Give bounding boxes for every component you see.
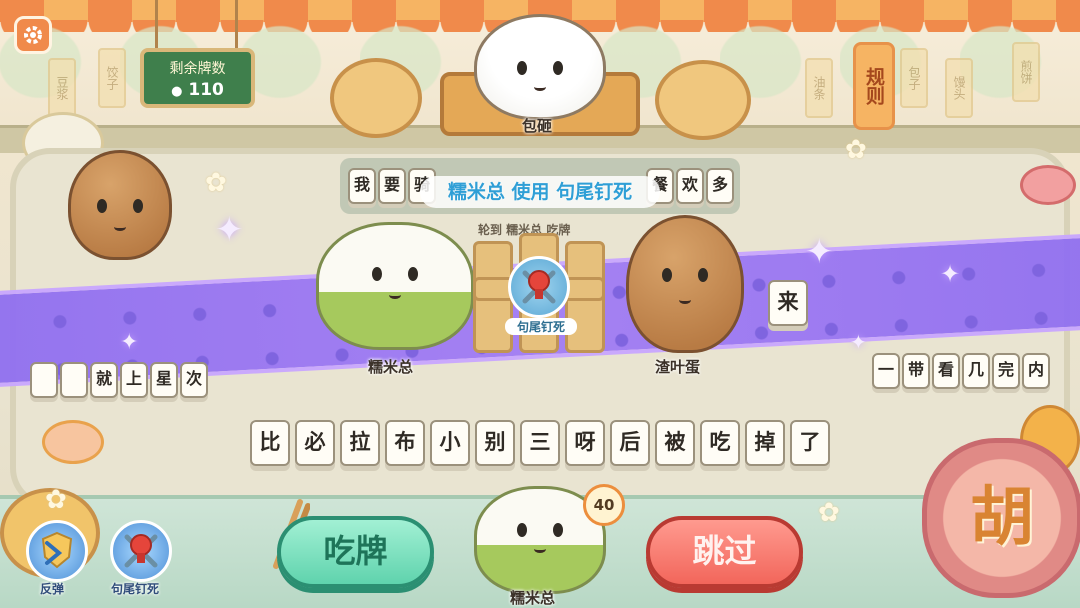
- right-tile: 完: [992, 353, 1020, 389]
- left-tile: 上: [120, 362, 148, 398]
- hand-tile[interactable]: 呀: [565, 420, 605, 466]
- player-name: 糯米总: [510, 589, 556, 607]
- gear-icon: [24, 26, 42, 44]
- steamer-basket: [655, 60, 751, 140]
- sparkle-icon: ✦: [850, 330, 867, 354]
- left-tile: 次: [180, 362, 208, 398]
- pin-skill-button[interactable]: [110, 520, 172, 582]
- top-tile: 多: [706, 168, 734, 204]
- steamer-basket: [330, 58, 422, 138]
- hand-tile[interactable]: 布: [385, 420, 425, 466]
- menu-tag: 豆浆: [48, 58, 76, 118]
- opponent-zongzi-avatar: [316, 222, 474, 350]
- flower-decoration: ✿: [818, 498, 840, 528]
- reflect-skill-button[interactable]: [26, 520, 88, 582]
- turn-timer: 40: [583, 484, 625, 526]
- opponent-egg-name: 渣叶蛋: [655, 358, 701, 376]
- remaining-title: 剩余牌数: [169, 61, 226, 77]
- opponent-zongzi-name: 糯米总: [368, 358, 414, 376]
- flower-decoration: ✿: [845, 135, 867, 165]
- flower-decoration: ✿: [45, 485, 67, 515]
- opponent-top-name: 包砸: [522, 117, 553, 135]
- pastry-plate: [42, 420, 104, 464]
- remaining-tiles-board: 剩余牌数 ● 110: [140, 48, 255, 108]
- menu-tag: 馒头: [945, 58, 973, 118]
- hand-tile[interactable]: 必: [295, 420, 335, 466]
- top-tile: 要: [378, 168, 406, 204]
- hand-tile[interactable]: 后: [610, 420, 650, 466]
- board-rope: [155, 0, 158, 50]
- left-tile: 星: [150, 362, 178, 398]
- sparkle-icon: ✦: [805, 232, 834, 272]
- bun-icon: ●: [171, 84, 183, 99]
- sparkle-icon: ✦: [215, 210, 244, 250]
- game-scene: 豆浆 饺子 油条 包子 馒头 煎饼 剩余牌数 ● 110 规则 包砸 我 要 餐…: [0, 0, 1080, 608]
- hand-tile[interactable]: 别: [475, 420, 515, 466]
- mooncake: [1020, 165, 1076, 205]
- opponent-left-avatar: [68, 150, 172, 260]
- flower-decoration: ✿: [205, 168, 227, 198]
- menu-tag: 饺子: [98, 48, 126, 108]
- rules-button[interactable]: 规则: [853, 42, 895, 130]
- played-card-label: 句尾钉死: [505, 318, 577, 335]
- eat-tile-button[interactable]: 吃牌: [277, 516, 434, 588]
- right-tile: 几: [962, 353, 990, 389]
- right-tile: 一: [872, 353, 900, 389]
- left-tile: [60, 362, 88, 398]
- top-tile: 欢: [676, 168, 704, 204]
- right-tile: 内: [1022, 353, 1050, 389]
- pin-icon: [124, 534, 158, 568]
- sparkle-icon: ✦: [940, 260, 961, 288]
- board-rope: [235, 0, 238, 50]
- reflect-skill-label: 反弹: [40, 582, 65, 596]
- menu-tag: 油条: [805, 58, 833, 118]
- remaining-count: 110: [188, 80, 224, 100]
- top-tile: 我: [348, 168, 376, 204]
- left-tile: [30, 362, 58, 398]
- side-tile: 来: [768, 280, 808, 326]
- hand-tile[interactable]: 拉: [340, 420, 380, 466]
- action-banner: 糯米总 使用 句尾钉死: [420, 176, 660, 208]
- hand-tile[interactable]: 三: [520, 420, 560, 466]
- opponent-egg-avatar: [626, 215, 744, 353]
- hand-tile[interactable]: 了: [790, 420, 830, 466]
- menu-tag: 煎饼: [1012, 42, 1040, 102]
- settings-button[interactable]: [14, 16, 52, 54]
- right-tile: 带: [902, 353, 930, 389]
- hand-tile[interactable]: 掉: [745, 420, 785, 466]
- skip-button[interactable]: 跳过: [646, 516, 803, 588]
- pin-icon: [508, 256, 570, 318]
- remaining-count-row: ● 110: [144, 80, 251, 100]
- hand-tile[interactable]: 小: [430, 420, 470, 466]
- hand-tile[interactable]: 被: [655, 420, 695, 466]
- hand-tile[interactable]: 比: [250, 420, 290, 466]
- right-tile: 看: [932, 353, 960, 389]
- shield-reflect-icon: [41, 531, 73, 569]
- hand-tile[interactable]: 吃: [700, 420, 740, 466]
- left-tile: 就: [90, 362, 118, 398]
- hu-button[interactable]: 胡: [922, 438, 1080, 598]
- pin-skill-label: 句尾钉死: [111, 582, 160, 596]
- menu-tag: 包子: [900, 48, 928, 108]
- sparkle-icon: ✦: [120, 330, 139, 355]
- opponent-top-avatar: [474, 14, 606, 120]
